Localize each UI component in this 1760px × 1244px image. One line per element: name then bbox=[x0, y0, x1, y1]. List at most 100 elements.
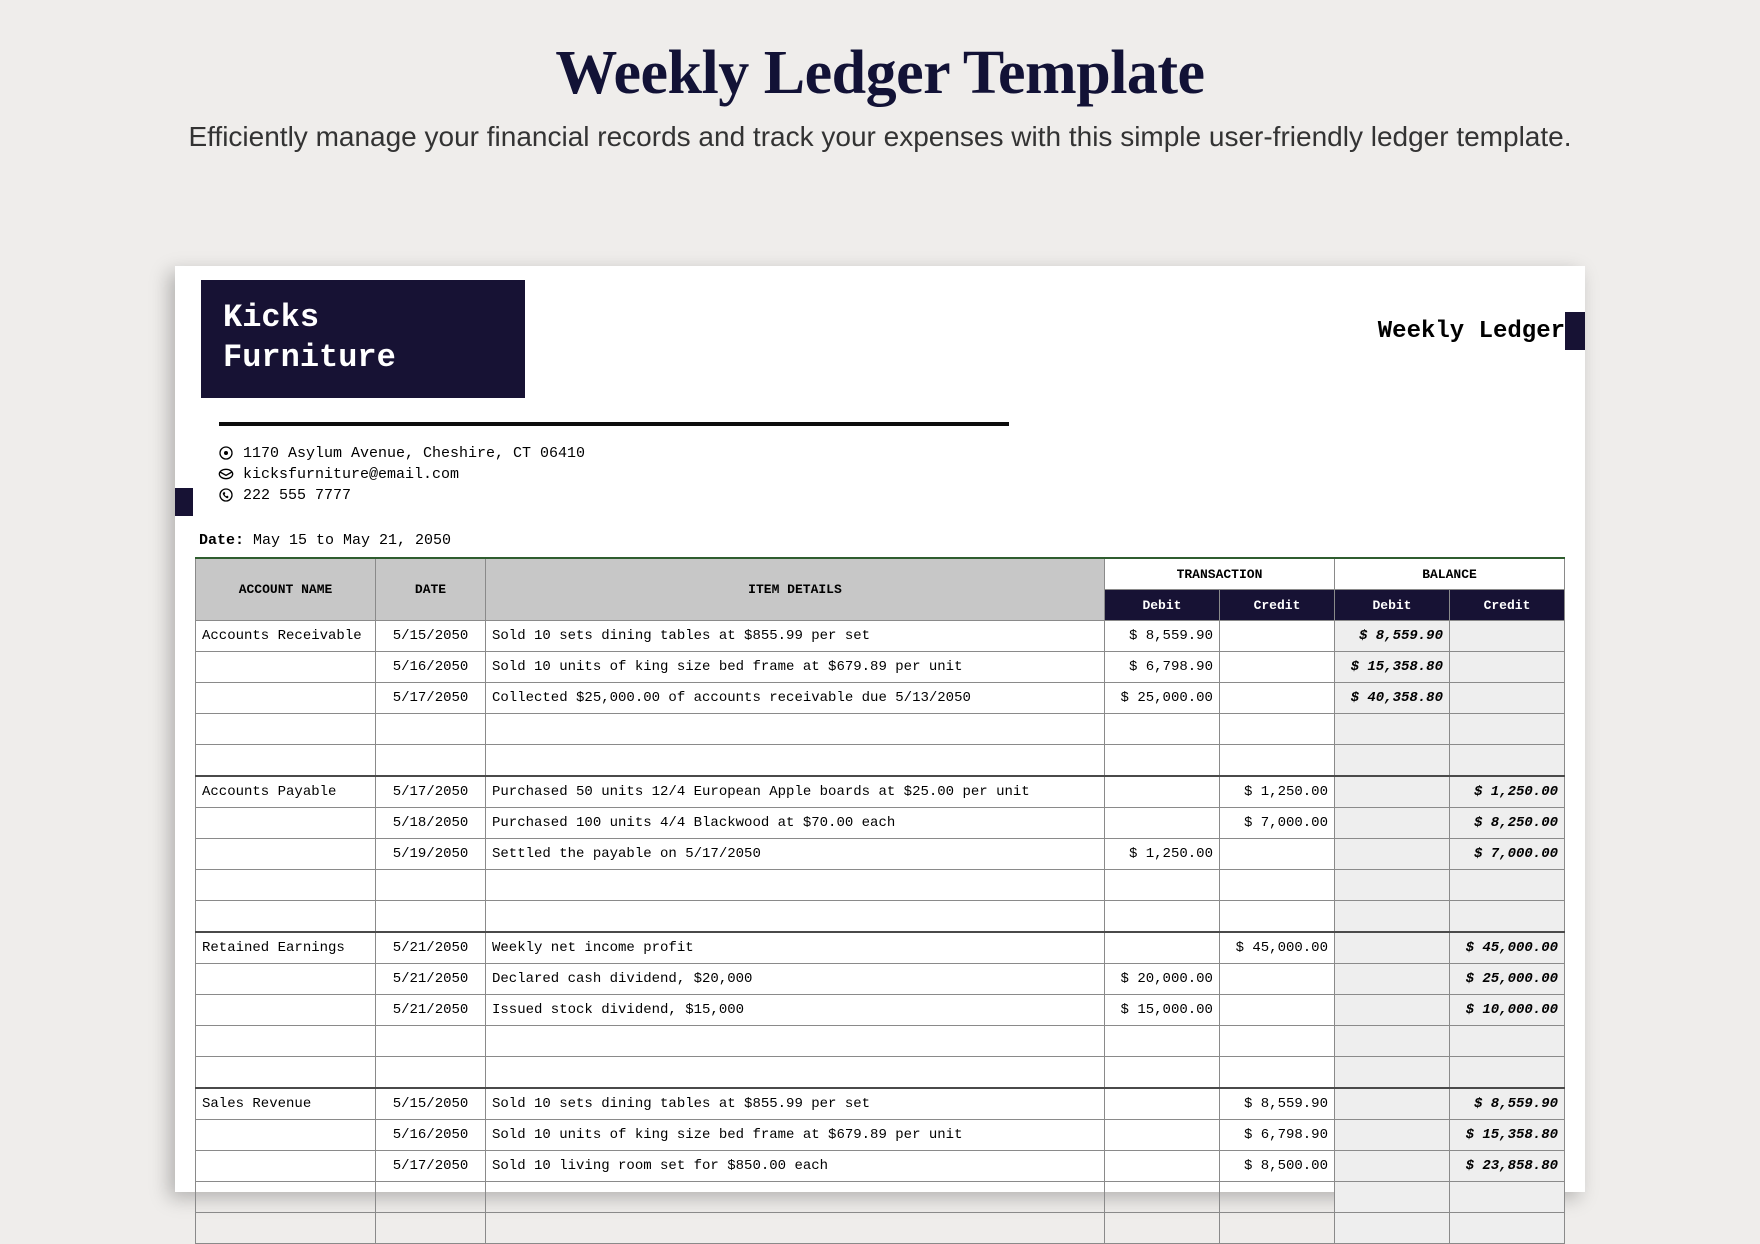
cell-blank bbox=[1334, 1182, 1449, 1213]
table-row-blank bbox=[196, 901, 1565, 933]
cell-blank bbox=[1334, 745, 1449, 777]
page-subtitle: Efficiently manage your financial record… bbox=[0, 121, 1760, 153]
cell-blank bbox=[1104, 714, 1219, 745]
cell-blank bbox=[1334, 1026, 1449, 1057]
cell-details: Sold 10 units of king size bed frame at … bbox=[486, 652, 1105, 683]
cell-blank bbox=[376, 901, 486, 933]
table-row-blank bbox=[196, 745, 1565, 777]
cell-trans-credit bbox=[1219, 683, 1334, 714]
cell-trans-debit bbox=[1104, 808, 1219, 839]
cell-trans-credit bbox=[1219, 839, 1334, 870]
cell-trans-debit bbox=[1104, 1120, 1219, 1151]
table-row: 5/17/2050Collected $25,000.00 of account… bbox=[196, 683, 1565, 714]
cell-blank bbox=[1104, 1182, 1219, 1213]
cell-blank bbox=[1449, 1057, 1564, 1089]
cell-blank bbox=[1104, 1057, 1219, 1089]
date-range: Date: May 15 to May 21, 2050 bbox=[199, 532, 1565, 549]
cell-account: Sales Revenue bbox=[196, 1088, 376, 1120]
cell-trans-credit: $ 45,000.00 bbox=[1219, 932, 1334, 964]
cell-blank bbox=[1104, 1026, 1219, 1057]
col-bal-debit: Debit bbox=[1334, 590, 1449, 621]
cell-trans-credit: $ 8,559.90 bbox=[1219, 1088, 1334, 1120]
cell-trans-debit: $ 20,000.00 bbox=[1104, 964, 1219, 995]
cell-details: Sold 10 living room set for $850.00 each bbox=[486, 1151, 1105, 1182]
cell-details: Sold 10 sets dining tables at $855.99 pe… bbox=[486, 621, 1105, 652]
cell-bal-credit: $ 25,000.00 bbox=[1449, 964, 1564, 995]
cell-date: 5/17/2050 bbox=[376, 683, 486, 714]
location-icon bbox=[217, 444, 235, 462]
col-details: ITEM DETAILS bbox=[486, 558, 1105, 621]
cell-blank bbox=[486, 1213, 1105, 1244]
table-row-blank bbox=[196, 1057, 1565, 1089]
cell-account bbox=[196, 808, 376, 839]
cell-blank bbox=[1219, 1213, 1334, 1244]
cell-blank bbox=[376, 1213, 486, 1244]
cell-blank bbox=[196, 745, 376, 777]
cell-details: Issued stock dividend, $15,000 bbox=[486, 995, 1105, 1026]
cell-account: Retained Earnings bbox=[196, 932, 376, 964]
col-trans-debit: Debit bbox=[1104, 590, 1219, 621]
cell-account bbox=[196, 652, 376, 683]
cell-blank bbox=[196, 1182, 376, 1213]
cell-account bbox=[196, 1120, 376, 1151]
cell-trans-credit: $ 6,798.90 bbox=[1219, 1120, 1334, 1151]
table-row: 5/21/2050Issued stock dividend, $15,000$… bbox=[196, 995, 1565, 1026]
cell-trans-debit: $ 8,559.90 bbox=[1104, 621, 1219, 652]
cell-bal-credit: $ 15,358.80 bbox=[1449, 1120, 1564, 1151]
cell-bal-debit bbox=[1334, 1120, 1449, 1151]
page-title: Weekly Ledger Template bbox=[0, 38, 1760, 109]
cell-blank bbox=[1104, 901, 1219, 933]
cell-bal-debit: $ 40,358.80 bbox=[1334, 683, 1449, 714]
table-row: 5/16/2050Sold 10 units of king size bed … bbox=[196, 652, 1565, 683]
cell-blank bbox=[196, 1213, 376, 1244]
cell-bal-debit bbox=[1334, 964, 1449, 995]
cell-blank bbox=[1449, 1026, 1564, 1057]
cell-details: Purchased 100 units 4/4 Blackwood at $70… bbox=[486, 808, 1105, 839]
cell-blank bbox=[1219, 745, 1334, 777]
cell-date: 5/17/2050 bbox=[376, 776, 486, 808]
cell-blank bbox=[1449, 870, 1564, 901]
cell-blank bbox=[1219, 870, 1334, 901]
cell-trans-credit: $ 1,250.00 bbox=[1219, 776, 1334, 808]
brand-line: Furniture bbox=[223, 338, 483, 378]
cell-bal-debit bbox=[1334, 776, 1449, 808]
cell-bal-credit: $ 8,250.00 bbox=[1449, 808, 1564, 839]
cell-bal-credit bbox=[1449, 652, 1564, 683]
cell-blank bbox=[1449, 1213, 1564, 1244]
col-date: DATE bbox=[376, 558, 486, 621]
cell-blank bbox=[196, 870, 376, 901]
document-title: Weekly Ledger bbox=[1378, 318, 1565, 345]
cell-blank bbox=[1334, 870, 1449, 901]
cell-blank bbox=[1334, 1213, 1449, 1244]
cell-blank bbox=[376, 1182, 486, 1213]
cell-blank bbox=[486, 745, 1105, 777]
accent-tab bbox=[175, 488, 193, 516]
cell-trans-credit: $ 8,500.00 bbox=[1219, 1151, 1334, 1182]
col-bal-credit: Credit bbox=[1449, 590, 1564, 621]
cell-bal-credit: $ 8,559.90 bbox=[1449, 1088, 1564, 1120]
cell-account bbox=[196, 995, 376, 1026]
date-label: Date: bbox=[199, 532, 244, 549]
cell-blank bbox=[196, 714, 376, 745]
cell-blank bbox=[486, 1182, 1105, 1213]
cell-bal-debit: $ 15,358.80 bbox=[1334, 652, 1449, 683]
cell-account: Accounts Receivable bbox=[196, 621, 376, 652]
cell-trans-debit bbox=[1104, 776, 1219, 808]
cell-blank bbox=[486, 1057, 1105, 1089]
table-row: 5/18/2050Purchased 100 units 4/4 Blackwo… bbox=[196, 808, 1565, 839]
cell-bal-debit: $ 8,559.90 bbox=[1334, 621, 1449, 652]
cell-bal-debit bbox=[1334, 995, 1449, 1026]
col-account: ACCOUNT NAME bbox=[196, 558, 376, 621]
cell-details: Purchased 50 units 12/4 European Apple b… bbox=[486, 776, 1105, 808]
table-row-blank bbox=[196, 1213, 1565, 1244]
cell-trans-debit: $ 25,000.00 bbox=[1104, 683, 1219, 714]
cell-bal-credit: $ 1,250.00 bbox=[1449, 776, 1564, 808]
cell-trans-credit bbox=[1219, 621, 1334, 652]
table-row: Retained Earnings5/21/2050Weekly net inc… bbox=[196, 932, 1565, 964]
email: kicksfurniture@email.com bbox=[243, 466, 459, 483]
cell-blank bbox=[196, 901, 376, 933]
cell-account bbox=[196, 1151, 376, 1182]
document-page: Kicks Furniture Weekly Ledger 1170 Asylu… bbox=[175, 266, 1585, 1192]
cell-date: 5/19/2050 bbox=[376, 839, 486, 870]
cell-date: 5/15/2050 bbox=[376, 1088, 486, 1120]
